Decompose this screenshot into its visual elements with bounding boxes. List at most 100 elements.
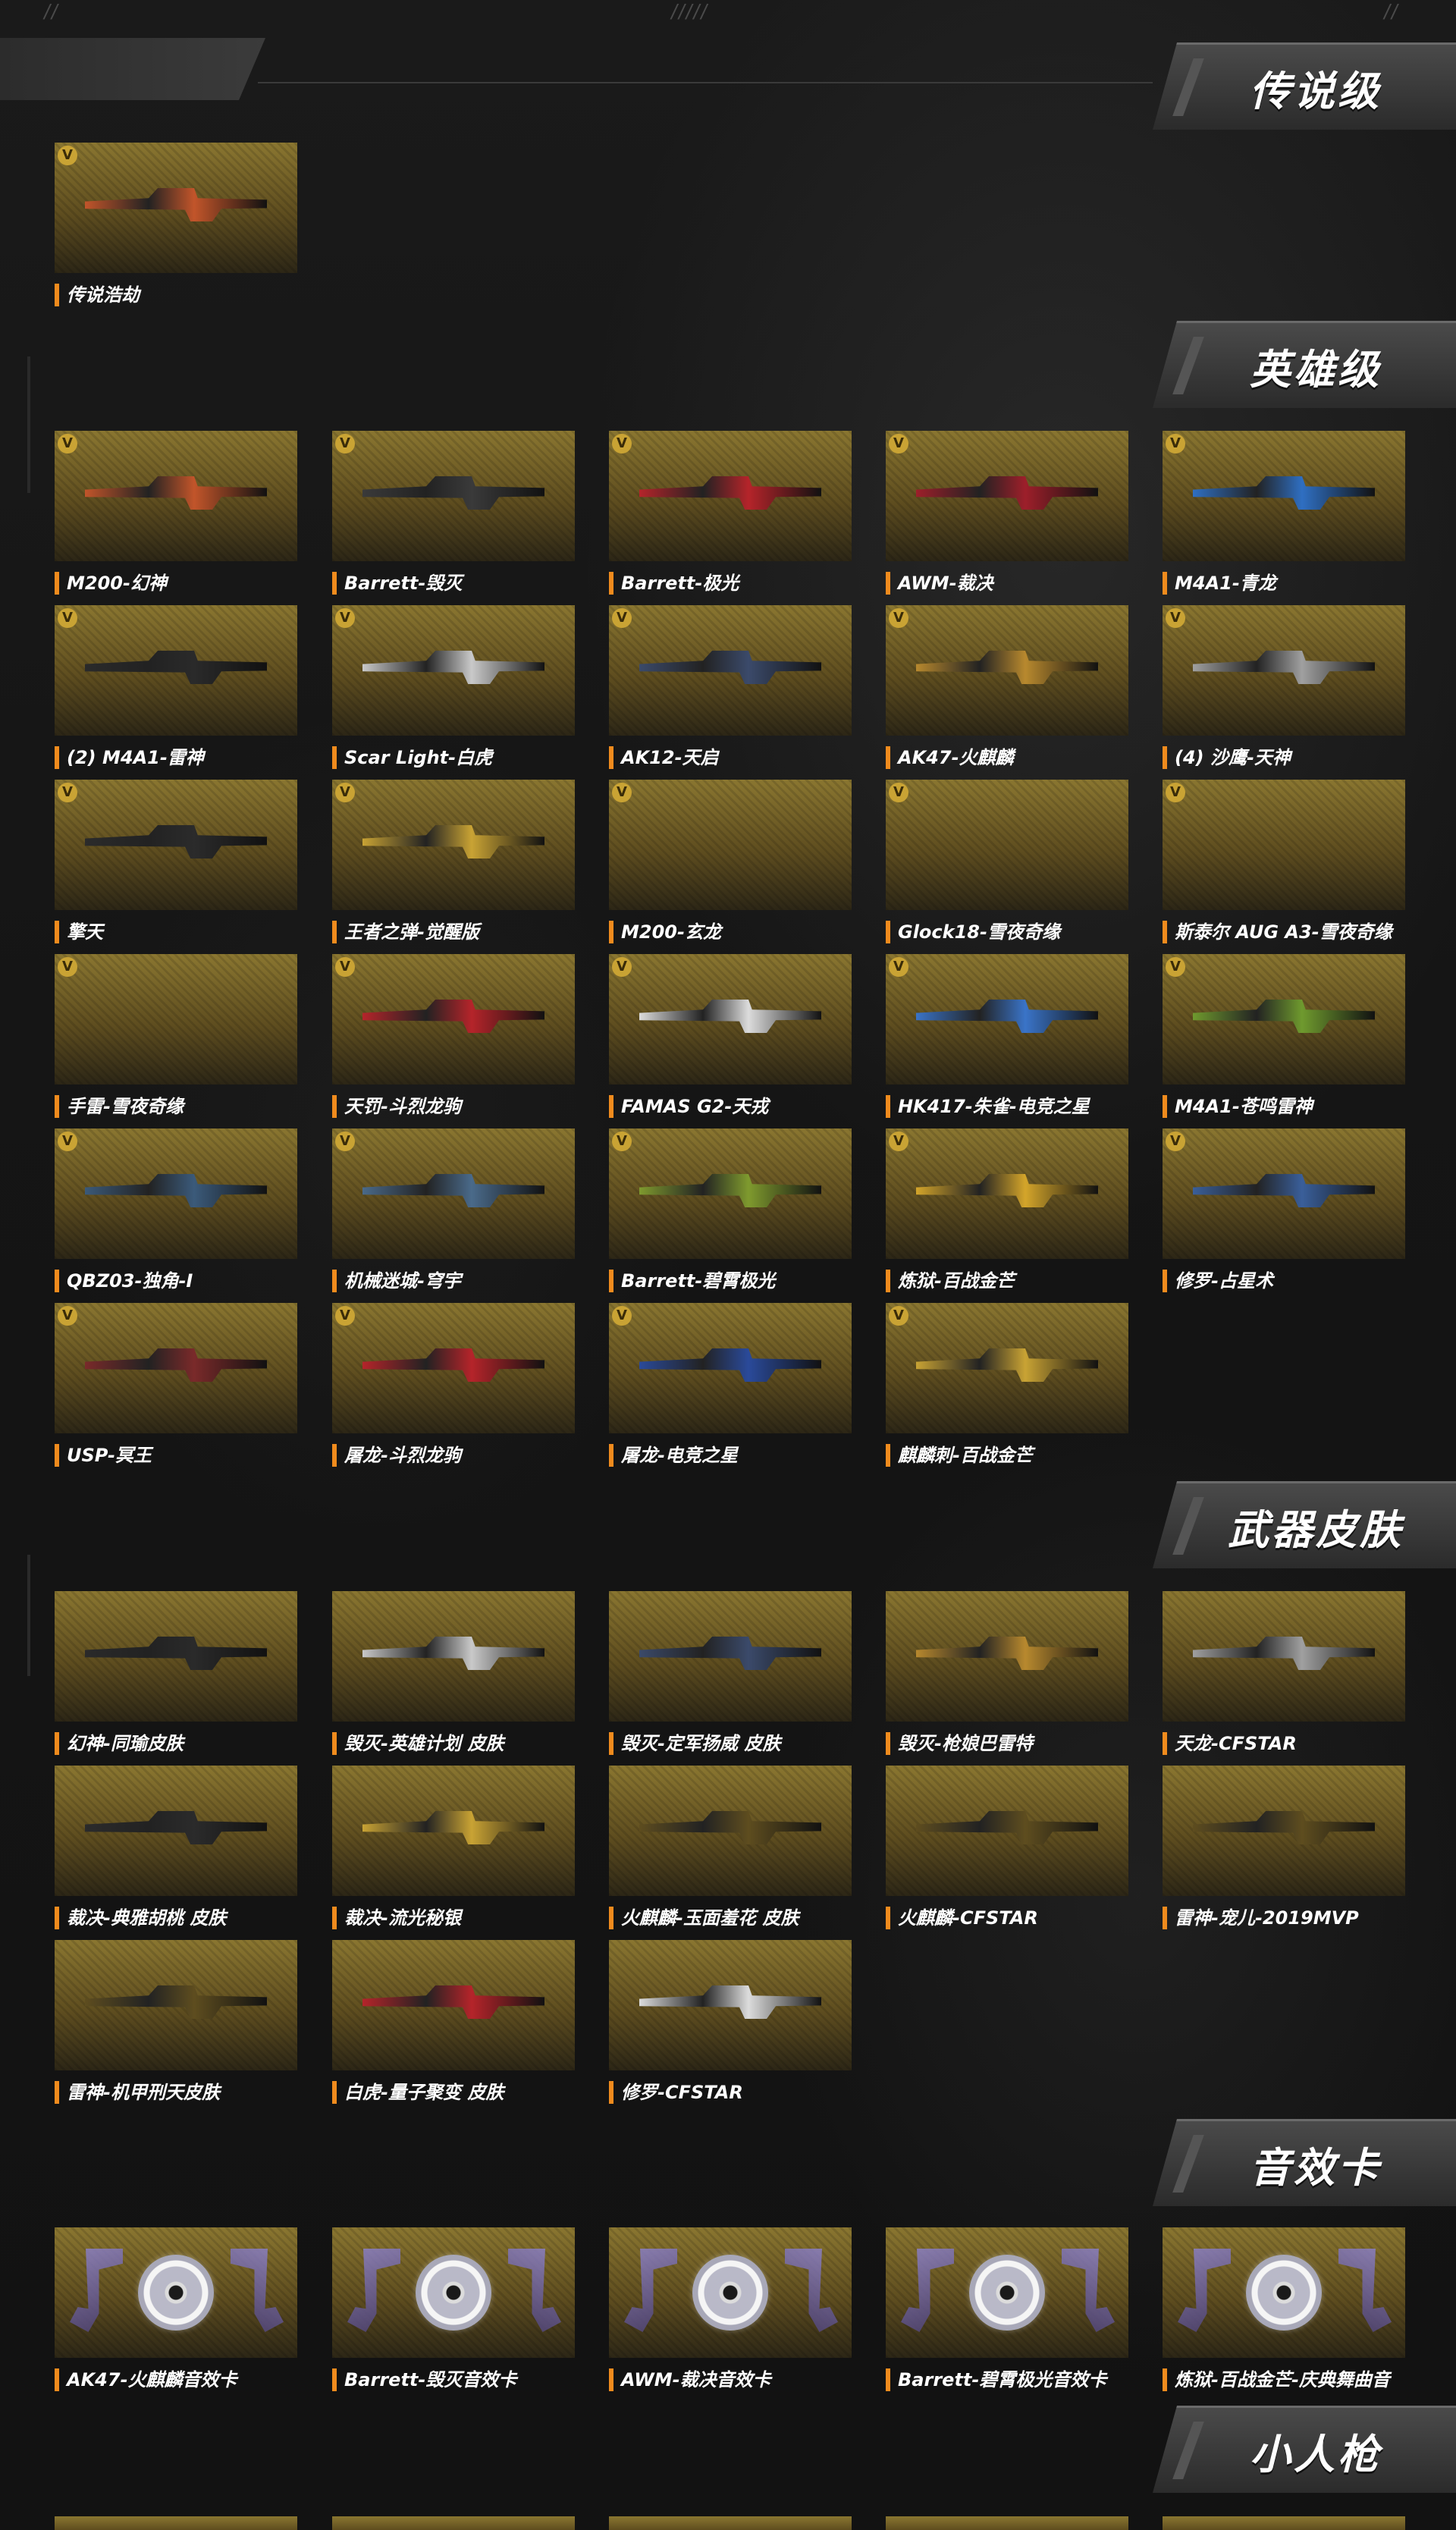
item-thumbnail [332, 1591, 575, 1722]
item-card[interactable]: 裁决-典雅胡桃 皮肤 [55, 1766, 297, 1929]
item-card[interactable]: V M4A1-青龙 [1163, 431, 1405, 595]
item-thumbnail: V [55, 1303, 297, 1433]
rank-badge-icon: V [612, 608, 632, 628]
section-title: 英雄级 [1250, 345, 1382, 394]
weapon-image-icon [916, 476, 1098, 510]
header-stripe [1172, 2135, 1204, 2193]
item-label: AK47-火麒麟 [886, 746, 1128, 769]
item-card[interactable]: V AK47-火麒麟 [886, 605, 1128, 769]
item-card[interactable]: V 传说浩劫 [55, 143, 297, 306]
item-card[interactable]: V 天罚-斗烈龙驹 [332, 954, 575, 1118]
item-card[interactable]: 毁灭-英雄计划 皮肤 [332, 1591, 575, 1755]
item-card[interactable]: V AK12-天启 [609, 605, 852, 769]
item-card[interactable]: 修罗-CFSTAR [609, 1940, 852, 2104]
item-thumbnail [609, 1940, 852, 2070]
item-card[interactable]: 白虎-量子聚变 皮肤 [332, 1940, 575, 2104]
item-label: AWM-裁决音效卡 [609, 2368, 852, 2391]
rank-badge-icon: V [335, 957, 355, 977]
weapon-image-icon [916, 651, 1098, 684]
partial-card [609, 2516, 852, 2530]
item-card[interactable]: Barrett-毁灭音效卡 [332, 2227, 575, 2391]
item-card[interactable]: 火麒麟-玉面羞花 皮肤 [609, 1766, 852, 1929]
item-thumbnail: V [332, 605, 575, 736]
rank-badge-icon: V [889, 1306, 908, 1326]
weapon-image-icon [362, 1811, 544, 1844]
item-thumbnail: V [609, 954, 852, 1085]
item-label: 火麒麟-CFSTAR [886, 1907, 1128, 1929]
music-note-icon [1062, 2249, 1115, 2332]
item-card[interactable]: V HK417-朱雀-电竞之星 [886, 954, 1128, 1118]
item-card[interactable]: 炼狱-百战金芒-庆典舞曲音 [1163, 2227, 1405, 2391]
item-card[interactable]: V 修罗-占星术 [1163, 1128, 1405, 1292]
item-card[interactable]: 毁灭-枪娘巴雷特 [886, 1591, 1128, 1755]
item-thumbnail: V [55, 143, 297, 273]
item-label: 王者之弹-觉醒版 [332, 921, 575, 943]
item-card[interactable]: AWM-裁决音效卡 [609, 2227, 852, 2391]
item-card[interactable]: V Barrett-极光 [609, 431, 852, 595]
item-card[interactable]: V 王者之弹-觉醒版 [332, 780, 575, 943]
item-card[interactable]: V (4) 沙鹰-天神 [1163, 605, 1405, 769]
weapon-image-icon [362, 1348, 544, 1382]
item-card[interactable]: 毁灭-定军扬威 皮肤 [609, 1591, 852, 1755]
weapon-image-icon [1193, 651, 1375, 684]
top-mark-right: // [1384, 0, 1399, 24]
item-card[interactable]: V M4A1-苍鸣雷神 [1163, 954, 1405, 1118]
item-card[interactable]: V 屠龙-电竞之星 [609, 1303, 852, 1467]
item-card[interactable]: V FAMAS G2-天戎 [609, 954, 852, 1118]
weapon-image-icon [85, 1985, 267, 2019]
item-thumbnail: V [886, 954, 1128, 1085]
item-card[interactable]: V Scar Light-白虎 [332, 605, 575, 769]
item-card[interactable]: V Barrett-毁灭 [332, 431, 575, 595]
weapon-image-icon [916, 1174, 1098, 1207]
item-card[interactable]: V 麒麟刺-百战金芒 [886, 1303, 1128, 1467]
item-label: 炼狱-百战金芒-庆典舞曲音 [1163, 2368, 1405, 2391]
item-card[interactable]: V (2) M4A1-雷神 [55, 605, 297, 769]
item-thumbnail [55, 1591, 297, 1722]
item-thumbnail: V [1163, 605, 1405, 736]
item-card[interactable]: 幻神-同瑜皮肤 [55, 1591, 297, 1755]
item-label: 传说浩劫 [55, 284, 297, 306]
item-card[interactable]: V M200-玄龙 [609, 780, 852, 943]
weapon-image-icon [362, 1000, 544, 1033]
item-card[interactable]: V M200-幻神 [55, 431, 297, 595]
weapon-image-icon [362, 476, 544, 510]
item-card[interactable]: V Glock18-雪夜奇缘 [886, 780, 1128, 943]
item-card[interactable]: V 机械迷城-穹宇 [332, 1128, 575, 1292]
rank-badge-icon: V [1166, 1132, 1185, 1151]
item-thumbnail [55, 1766, 297, 1896]
item-thumbnail: V [1163, 431, 1405, 561]
item-label: 屠龙-电竞之星 [609, 1444, 852, 1467]
item-card[interactable]: 雷神-机甲刑天皮肤 [55, 1940, 297, 2104]
item-card[interactable]: 裁决-流光秘银 [332, 1766, 575, 1929]
item-card[interactable]: V Barrett-碧霄极光 [609, 1128, 852, 1292]
rank-badge-icon: V [1166, 434, 1185, 454]
rank-badge-icon: V [612, 783, 632, 802]
item-card[interactable]: V AWM-裁决 [886, 431, 1128, 595]
section-title: 武器皮肤 [1228, 1505, 1404, 1554]
item-card[interactable]: V QBZ03-独角-I [55, 1128, 297, 1292]
item-card[interactable]: 天龙-CFSTAR [1163, 1591, 1405, 1755]
item-card[interactable]: Barrett-碧霄极光音效卡 [886, 2227, 1128, 2391]
item-thumbnail [1163, 1591, 1405, 1722]
item-card[interactable]: V 炼狱-百战金芒 [886, 1128, 1128, 1292]
header-stripe [1172, 2422, 1204, 2479]
item-card[interactable]: 火麒麟-CFSTAR [886, 1766, 1128, 1929]
item-thumbnail: V [332, 1303, 575, 1433]
item-card[interactable]: V 屠龙-斗烈龙驹 [332, 1303, 575, 1467]
rank-badge-icon: V [612, 1306, 632, 1326]
item-card[interactable]: V 手雷-雪夜奇缘 [55, 954, 297, 1118]
item-card[interactable]: AK47-火麒麟音效卡 [55, 2227, 297, 2391]
section-header-sound: 音效卡 [1153, 2119, 1456, 2206]
weapon-image-icon [85, 1637, 267, 1670]
item-card[interactable]: V 斯泰尔 AUG A3-雪夜奇缘 [1163, 780, 1405, 943]
rank-badge-icon: V [612, 434, 632, 454]
weapon-image-icon [916, 1637, 1098, 1670]
item-card[interactable]: V USP-冥王 [55, 1303, 297, 1467]
item-label: 斯泰尔 AUG A3-雪夜奇缘 [1163, 921, 1405, 943]
item-thumbnail: V [332, 1128, 575, 1259]
item-label: Barrett-毁灭音效卡 [332, 2368, 575, 2391]
item-thumbnail [332, 1940, 575, 2070]
item-card[interactable]: 雷神-宠儿-2019MVP [1163, 1766, 1405, 1929]
music-note-icon [785, 2249, 838, 2332]
item-card[interactable]: V 擎天 [55, 780, 297, 943]
